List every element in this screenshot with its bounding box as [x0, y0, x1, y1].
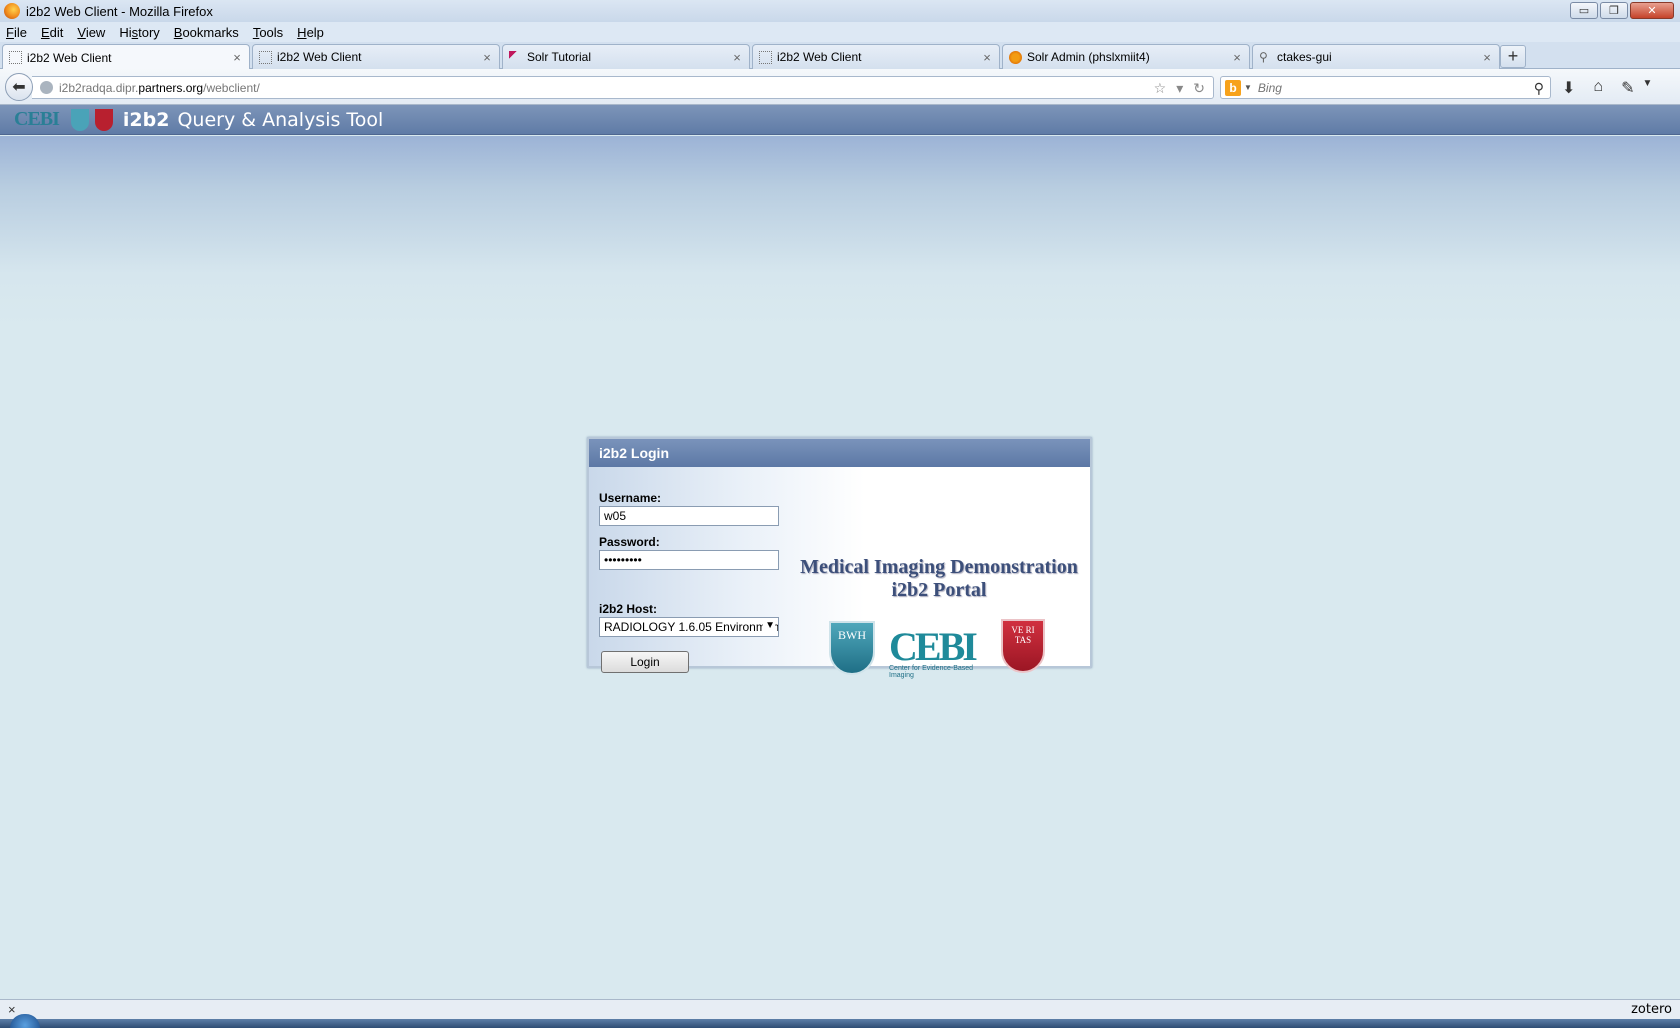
menu-view[interactable]: View — [77, 25, 105, 40]
url-domain: partners.org — [138, 80, 204, 95]
cebi-logo: CEBI — [14, 108, 60, 130]
username-input[interactable] — [599, 506, 779, 526]
host-select[interactable]: RADIOLOGY 1.6.05 Environment ▼ — [599, 617, 779, 637]
home-icon[interactable]: ⌂ — [1593, 78, 1603, 98]
host-selected-value: RADIOLOGY 1.6.05 Environment — [604, 620, 779, 634]
url-bar[interactable]: i2b2radqa.dipr. partners.org/webclient/ ☆… — [32, 76, 1214, 99]
menu-bookmarks[interactable]: Bookmarks — [174, 25, 239, 40]
solr-icon — [509, 50, 522, 64]
menu-bar: File Edit View History Bookmarks Tools H… — [0, 22, 1680, 42]
tab-close-icon[interactable]: × — [1229, 50, 1245, 65]
search-icon[interactable]: ⚲ — [1534, 80, 1544, 97]
harvard-logo: VE RI TAS — [1001, 619, 1045, 673]
menu-dropdown-icon[interactable]: ▼ — [1642, 78, 1652, 98]
tab-label: Solr Tutorial — [527, 50, 592, 64]
menu-file[interactable]: File — [6, 25, 27, 40]
tab-label: Solr Admin (phslxmiit4) — [1027, 50, 1150, 64]
portal-title: Medical Imaging Demonstration i2b2 Porta… — [789, 556, 1089, 602]
minimize-button[interactable]: ▭ — [1570, 2, 1598, 19]
menu-tools[interactable]: Tools — [253, 25, 283, 40]
menu-help[interactable]: Help — [297, 25, 324, 40]
tab-i2b2-web-client-3[interactable]: i2b2 Web Client × — [752, 44, 1000, 69]
app-title: Query & Analysis Tool — [177, 108, 384, 131]
tab-close-icon[interactable]: × — [979, 50, 995, 65]
tab-solr-tutorial[interactable]: Solr Tutorial × — [502, 44, 750, 69]
search-input[interactable] — [1257, 80, 1528, 95]
back-arrow-icon: ⬅ — [12, 79, 26, 96]
username-label: Username: — [599, 491, 662, 505]
dropdown-arrow-icon: ▼ — [763, 620, 775, 631]
tab-label: i2b2 Web Client — [277, 50, 362, 64]
window-titlebar: i2b2 Web Client - Mozilla Firefox ▭ ❐ ✕ — [0, 0, 1680, 22]
tab-close-icon[interactable]: × — [729, 50, 745, 65]
app-brand: i2b2 — [122, 108, 170, 131]
tab-close-icon[interactable]: × — [1479, 50, 1495, 65]
tab-close-icon[interactable]: × — [229, 50, 245, 65]
cebi-logo-subtitle: Center for Evidence-Based Imaging — [889, 665, 974, 679]
url-prefix: i2b2radqa.dipr. — [59, 80, 139, 95]
window-controls: ▭ ❐ ✕ — [1570, 2, 1674, 19]
cebi-logo-large: CEBI — [889, 624, 978, 669]
history-dropdown-icon[interactable]: ▾ — [1176, 80, 1183, 97]
url-bar-icons: ☆ ▾ ↻ — [1154, 80, 1205, 97]
password-label: Password: — [599, 535, 660, 549]
addon-icon[interactable]: ✎ — [1621, 78, 1634, 98]
tab-ctakes-gui[interactable]: ⚲ ctakes-gui × — [1252, 44, 1500, 69]
tab-label: i2b2 Web Client — [777, 50, 862, 64]
close-window-button[interactable]: ✕ — [1630, 2, 1674, 19]
password-input[interactable]: ••••••••• — [599, 550, 779, 570]
tab-strip: i2b2 Web Client × i2b2 Web Client × Solr… — [0, 42, 1680, 70]
search-engine-icon[interactable]: b — [1225, 79, 1241, 96]
zotero-button[interactable]: zotero — [1631, 1002, 1672, 1017]
site-identity-icon[interactable] — [40, 81, 53, 94]
login-dialog: i2b2 Login Username: Password: •••••••••… — [587, 437, 1092, 679]
reload-icon[interactable]: ↻ — [1193, 80, 1205, 97]
app-header: CEBI i2b2 Query & Analysis Tool — [0, 105, 1680, 135]
url-path: /webclient/ — [203, 80, 260, 95]
login-body: Username: Password: ••••••••• i2b2 Host:… — [589, 467, 1090, 679]
close-addon-bar-icon[interactable]: × — [8, 1002, 16, 1017]
status-bar: × zotero — [0, 999, 1680, 1019]
bwh-logo: BWH — [829, 621, 875, 675]
back-button[interactable]: ⬅ — [5, 73, 33, 101]
login-button[interactable]: Login — [601, 651, 689, 673]
blank-page-icon — [9, 51, 22, 64]
search-engine-dropdown-icon[interactable]: ▼ — [1244, 83, 1252, 92]
new-tab-button[interactable]: + — [1500, 45, 1526, 68]
bwh-shield-icon — [70, 108, 89, 131]
os-taskbar — [0, 1019, 1680, 1028]
tab-solr-admin[interactable]: Solr Admin (phslxmiit4) × — [1002, 44, 1250, 69]
ctakes-icon: ⚲ — [1259, 49, 1268, 64]
bookmark-star-icon[interactable]: ☆ — [1154, 80, 1167, 97]
toolbar-icons: ⬇ ⌂ ✎ ▼ — [1562, 78, 1652, 98]
restore-button[interactable]: ❐ — [1600, 2, 1628, 19]
firefox-logo-icon — [4, 3, 20, 19]
menu-edit[interactable]: Edit — [41, 25, 63, 40]
downloads-icon[interactable]: ⬇ — [1562, 78, 1575, 98]
blank-page-icon — [759, 50, 772, 64]
window-title: i2b2 Web Client - Mozilla Firefox — [26, 3, 213, 19]
tab-i2b2-web-client-2[interactable]: i2b2 Web Client × — [252, 44, 500, 69]
login-title: i2b2 Login — [589, 439, 1090, 467]
tab-label: ctakes-gui — [1277, 50, 1332, 64]
navigation-bar: i2b2radqa.dipr. partners.org/webclient/ ☆… — [0, 69, 1680, 105]
host-label: i2b2 Host: — [599, 602, 658, 616]
tab-i2b2-web-client-1[interactable]: i2b2 Web Client × — [2, 44, 250, 70]
solr-admin-icon — [1009, 50, 1022, 64]
portal-title-line1: Medical Imaging Demonstration — [800, 556, 1078, 578]
portal-title-line2: i2b2 Portal — [891, 579, 987, 601]
search-bar[interactable]: b ▼ ⚲ — [1220, 76, 1551, 99]
tab-close-icon[interactable]: × — [479, 50, 495, 65]
menu-history[interactable]: History — [119, 25, 159, 40]
tab-label: i2b2 Web Client — [27, 50, 112, 65]
blank-page-icon — [259, 50, 272, 64]
harvard-shield-icon — [94, 108, 113, 131]
